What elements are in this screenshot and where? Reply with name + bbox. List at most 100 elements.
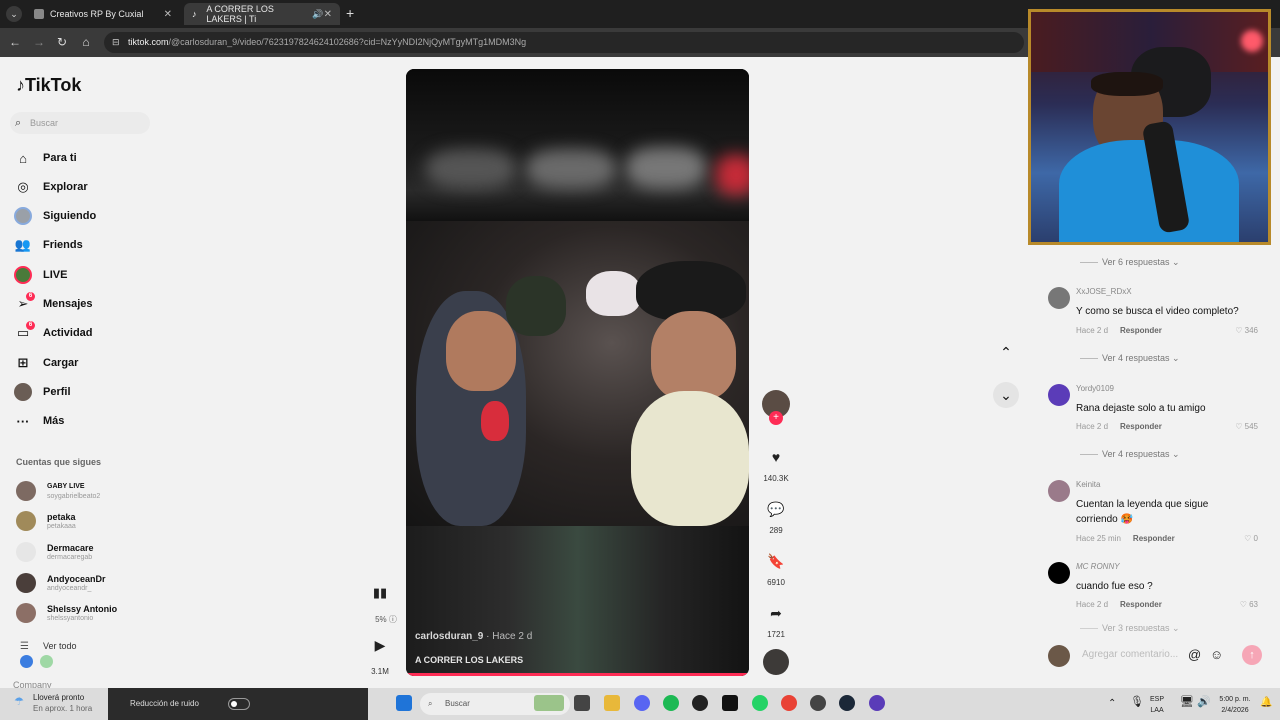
weather-icon: ☂	[14, 696, 24, 708]
app-green-icon[interactable]	[40, 655, 54, 668]
home-icon[interactable]: ⌂	[79, 35, 93, 49]
speaker-icon[interactable]: 🔊	[312, 9, 323, 20]
next-video-button[interactable]: ⌄	[993, 382, 1019, 408]
sound-avatar[interactable]	[760, 649, 792, 675]
volume-icon[interactable]: 🔊	[1197, 697, 1211, 708]
comment-like[interactable]: ♡ 0	[1244, 534, 1258, 543]
comment-user[interactable]: Yordy0109	[1076, 384, 1114, 393]
comment-user[interactable]: XxJOSE_RDxX	[1076, 287, 1132, 296]
comment-time: Hace 2 d	[1076, 326, 1109, 335]
tab-tiktok[interactable]: ♪ A CORRER LOS LAKERS | Ti 🔊 ✕	[184, 3, 340, 25]
follow-plus-icon[interactable]: +	[769, 411, 783, 425]
network-icon[interactable]: 🖥	[1180, 697, 1194, 708]
view-replies[interactable]: Ver 4 respuestas ⌄	[1080, 353, 1180, 364]
video-player[interactable]: carlosduran_9 · Hace 2 d A CORRER LOS LA…	[406, 69, 749, 676]
send-button[interactable]: ↑	[1242, 645, 1262, 665]
notification-icon[interactable]: 🔔	[1260, 697, 1272, 708]
sidebar-item-cargar[interactable]: ⊞ Cargar	[14, 352, 79, 374]
like-button[interactable]: ♥ 140.3K	[760, 442, 792, 483]
video-progress-bar[interactable]	[406, 673, 749, 676]
new-tab-button[interactable]: +	[346, 5, 354, 21]
reply-button[interactable]: Responder	[1120, 326, 1162, 335]
url-field[interactable]: ⊟ tiktok.com/@carlosduran_9/video/762319…	[104, 32, 1024, 53]
tab-creativos[interactable]: Creativos RP By Cuxial ✕	[26, 3, 180, 25]
comment-like[interactable]: ♡ 346	[1235, 326, 1258, 335]
clock[interactable]: 5:00 p. m. 2/4/2026	[1215, 694, 1255, 716]
microphone-icon[interactable]: 🎙	[1130, 697, 1144, 708]
language-indicator[interactable]: ESP LAA	[1150, 694, 1164, 716]
reload-icon[interactable]: ↻	[55, 35, 69, 49]
sidebar-item-live[interactable]: LIVE	[14, 264, 67, 286]
app-blue-icon[interactable]	[20, 655, 33, 668]
emoji-icon[interactable]: ☺	[1210, 647, 1223, 662]
previous-video-button[interactable]: ⌃	[993, 339, 1019, 365]
sidebar-item-siguiendo[interactable]: Siguiendo	[14, 205, 96, 227]
weather-widget[interactable]: ☂ Lloverá pronto En aprox. 1 hora	[0, 688, 106, 720]
avatar[interactable]	[1048, 562, 1070, 584]
widget-landscape-icon[interactable]	[534, 695, 564, 711]
profile-icon	[14, 383, 32, 401]
view-replies[interactable]: Ver 3 respuestas ⌄	[1080, 623, 1180, 631]
file-explorer-icon[interactable]	[604, 695, 620, 711]
avatar[interactable]	[1048, 384, 1070, 406]
back-icon[interactable]: ←	[8, 35, 22, 49]
tray-chevron-icon[interactable]: ⌃	[1108, 698, 1116, 709]
following-item[interactable]: AndyoceanDr andyoceandr_	[16, 570, 106, 596]
obs-icon[interactable]	[692, 695, 708, 711]
following-item[interactable]: Dermacare dermacaregab	[16, 539, 94, 565]
comment-like[interactable]: ♡ 63	[1240, 600, 1258, 609]
chrome-icon[interactable]	[781, 695, 797, 711]
tab-list-icon[interactable]: ⌄	[6, 6, 22, 22]
sidebar-item-mensajes[interactable]: ➢ 6 Mensajes	[14, 292, 93, 315]
noise-toggle[interactable]	[228, 698, 250, 710]
tab-label: A CORRER LOS LAKERS | Ti	[206, 4, 274, 24]
info-icon[interactable]: ⓘ	[389, 615, 397, 624]
following-item[interactable]: GABY LIVE soygabrielbeato2	[16, 478, 100, 504]
reply-button[interactable]: Responder	[1133, 534, 1175, 543]
comment-button[interactable]: 💬 289	[760, 494, 792, 536]
spotify-icon[interactable]	[663, 695, 679, 711]
forward-icon[interactable]: →	[32, 35, 46, 49]
save-button[interactable]: 🔖 6910	[760, 546, 792, 588]
steam-icon[interactable]	[839, 695, 855, 711]
avatar[interactable]	[1048, 480, 1070, 502]
mention-icon[interactable]: @	[1188, 647, 1201, 662]
avatar	[16, 511, 36, 531]
following-item[interactable]: Shelssy Antonio shelssyantonio	[16, 600, 117, 626]
reply-button[interactable]: Responder	[1120, 422, 1162, 431]
comment-user[interactable]: Keinita	[1076, 480, 1100, 489]
video-author[interactable]: carlosduran_9 · Hace 2 d	[415, 631, 532, 642]
task-view-icon[interactable]	[574, 695, 590, 711]
share-button[interactable]: ➦ 1721	[760, 598, 792, 640]
discord-icon[interactable]	[634, 695, 650, 711]
app-icon[interactable]	[810, 695, 826, 711]
site-info-icon[interactable]: ⊟	[112, 32, 120, 53]
sidebar-item-friends[interactable]: 👥 Friends	[14, 234, 83, 256]
whatsapp-icon[interactable]	[752, 695, 768, 711]
avatar[interactable]	[1048, 287, 1070, 309]
tiktok-logo[interactable]: ♪TikTok	[16, 75, 81, 96]
sidebar-item-actividad[interactable]: ▭ 6 Actividad	[14, 321, 93, 344]
sidebar-item-mas[interactable]: ··· Más	[14, 410, 65, 432]
reply-button[interactable]: Responder	[1120, 600, 1162, 609]
sidebar-item-explorar[interactable]: ◎ Explorar	[14, 176, 87, 198]
search-input[interactable]: ⌕ Buscar	[10, 112, 150, 134]
windows-start-icon[interactable]	[396, 695, 412, 711]
close-icon[interactable]: ✕	[164, 9, 172, 20]
search-placeholder: Buscar	[30, 118, 59, 128]
view-replies[interactable]: Ver 6 respuestas ⌄	[1080, 257, 1180, 268]
stats-button[interactable]: ▮▮	[370, 585, 390, 601]
sidebar-item-para-ti[interactable]: ⌂ Para ti	[14, 147, 77, 169]
comment-input[interactable]: Agregar comentario...	[1082, 649, 1178, 660]
following-handle: soygabrielbeato2	[47, 492, 101, 500]
comment-user[interactable]: MC RONNY	[1076, 562, 1120, 571]
comment-like[interactable]: ♡ 545	[1235, 422, 1258, 431]
play-button[interactable]: ▶	[370, 637, 390, 654]
creator-avatar[interactable]: +	[760, 390, 792, 425]
close-icon[interactable]: ✕	[324, 9, 332, 20]
sidebar-item-perfil[interactable]: Perfil	[14, 381, 71, 403]
following-item[interactable]: petaka petakaaa	[16, 508, 76, 534]
view-replies[interactable]: Ver 4 respuestas ⌄	[1080, 449, 1180, 460]
capcut-icon[interactable]	[722, 695, 738, 711]
app-purple-icon[interactable]	[869, 695, 885, 711]
